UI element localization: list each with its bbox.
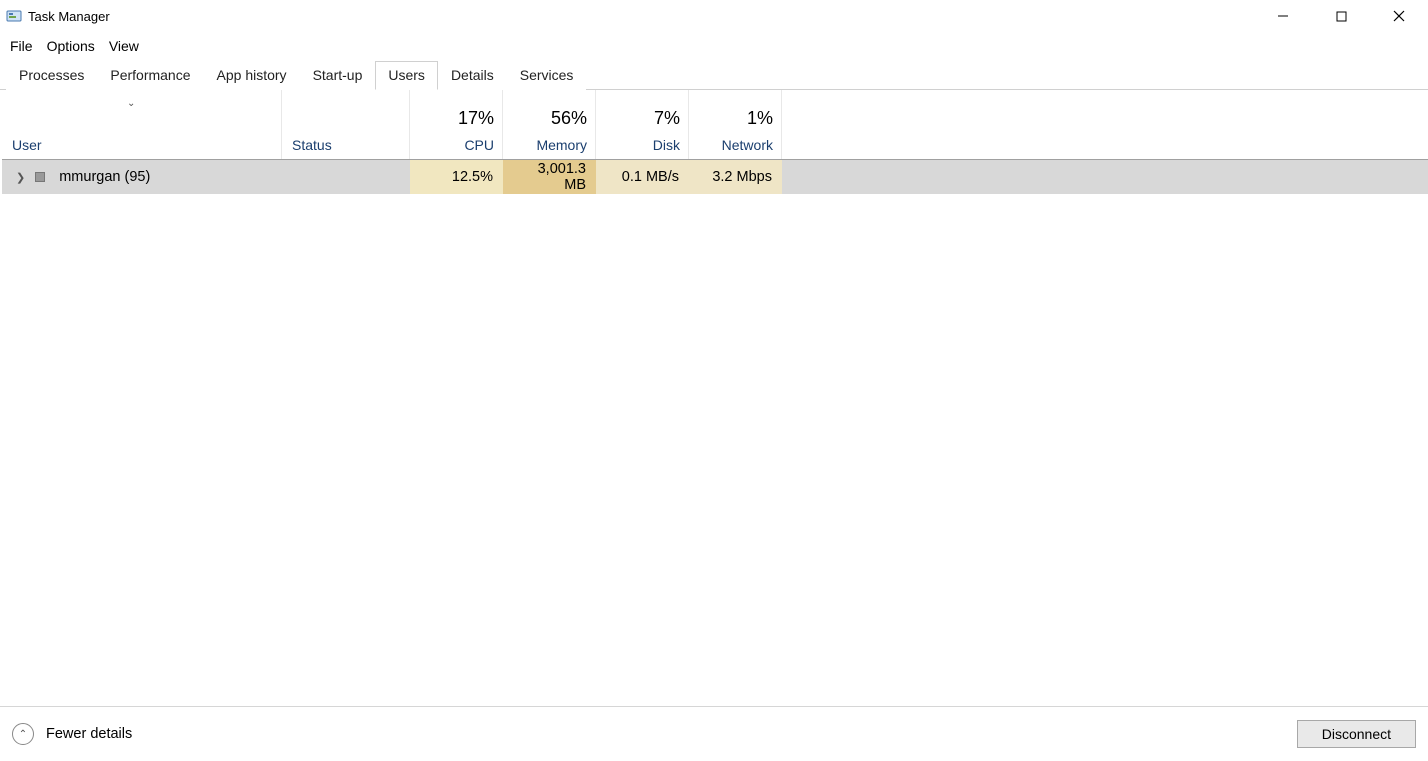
- disconnect-button[interactable]: Disconnect: [1297, 720, 1416, 748]
- fewer-details-label: Fewer details: [46, 726, 132, 742]
- fewer-details-button[interactable]: ⌃ Fewer details: [12, 723, 132, 745]
- chevron-up-icon: ⌃: [12, 723, 34, 745]
- column-headers: ⌄ User Status 17% CPU 56% Memory 7% Disk…: [2, 90, 1428, 160]
- column-cpu-label: CPU: [464, 137, 494, 153]
- tab-bar: Processes Performance App history Start-…: [0, 60, 1428, 90]
- menu-view[interactable]: View: [103, 35, 145, 57]
- app-icon: [6, 8, 22, 24]
- tab-performance[interactable]: Performance: [97, 61, 203, 90]
- cell-network: 3.2 Mbps: [689, 160, 782, 194]
- title-bar: Task Manager: [0, 0, 1428, 32]
- column-network-label: Network: [722, 137, 773, 153]
- menu-bar: File Options View: [0, 32, 1428, 60]
- column-user[interactable]: ⌄ User: [2, 90, 282, 159]
- tab-services[interactable]: Services: [507, 61, 587, 90]
- column-memory[interactable]: 56% Memory: [503, 90, 596, 159]
- menu-file[interactable]: File: [4, 35, 39, 57]
- column-status[interactable]: Status: [282, 90, 410, 159]
- column-user-label: User: [12, 137, 273, 153]
- minimize-button[interactable]: [1254, 0, 1312, 32]
- tab-details[interactable]: Details: [438, 61, 507, 90]
- tab-processes[interactable]: Processes: [6, 61, 97, 90]
- column-memory-label: Memory: [536, 137, 587, 153]
- chevron-down-icon[interactable]: ⌄: [127, 98, 135, 109]
- column-cpu[interactable]: 17% CPU: [410, 90, 503, 159]
- memory-usage-total: 56%: [551, 108, 587, 129]
- user-icon: [35, 172, 45, 182]
- cell-memory: 3,001.3 MB: [503, 160, 596, 194]
- tab-app-history[interactable]: App history: [204, 61, 300, 90]
- column-status-label: Status: [292, 137, 401, 153]
- cell-user: ❯ mmurgan (95): [2, 160, 282, 194]
- content-area: ⌄ User Status 17% CPU 56% Memory 7% Disk…: [0, 90, 1428, 698]
- menu-options[interactable]: Options: [41, 35, 101, 57]
- maximize-button[interactable]: [1312, 0, 1370, 32]
- chevron-right-icon[interactable]: ❯: [16, 171, 25, 184]
- user-name: mmurgan (95): [59, 169, 150, 185]
- cell-status: [282, 160, 410, 194]
- close-button[interactable]: [1370, 0, 1428, 32]
- cell-disk: 0.1 MB/s: [596, 160, 689, 194]
- tab-startup[interactable]: Start-up: [300, 61, 376, 90]
- column-disk[interactable]: 7% Disk: [596, 90, 689, 159]
- window-controls: [1254, 0, 1428, 32]
- user-row[interactable]: ❯ mmurgan (95) 12.5% 3,001.3 MB 0.1 MB/s…: [2, 160, 1428, 195]
- cpu-usage-total: 17%: [458, 108, 494, 129]
- footer-bar: ⌃ Fewer details Disconnect: [0, 706, 1428, 761]
- column-disk-label: Disk: [653, 137, 680, 153]
- window-title: Task Manager: [28, 9, 110, 24]
- disk-usage-total: 7%: [654, 108, 680, 129]
- tab-users[interactable]: Users: [375, 61, 438, 90]
- column-network[interactable]: 1% Network: [689, 90, 782, 159]
- cell-cpu: 12.5%: [410, 160, 503, 194]
- network-usage-total: 1%: [747, 108, 773, 129]
